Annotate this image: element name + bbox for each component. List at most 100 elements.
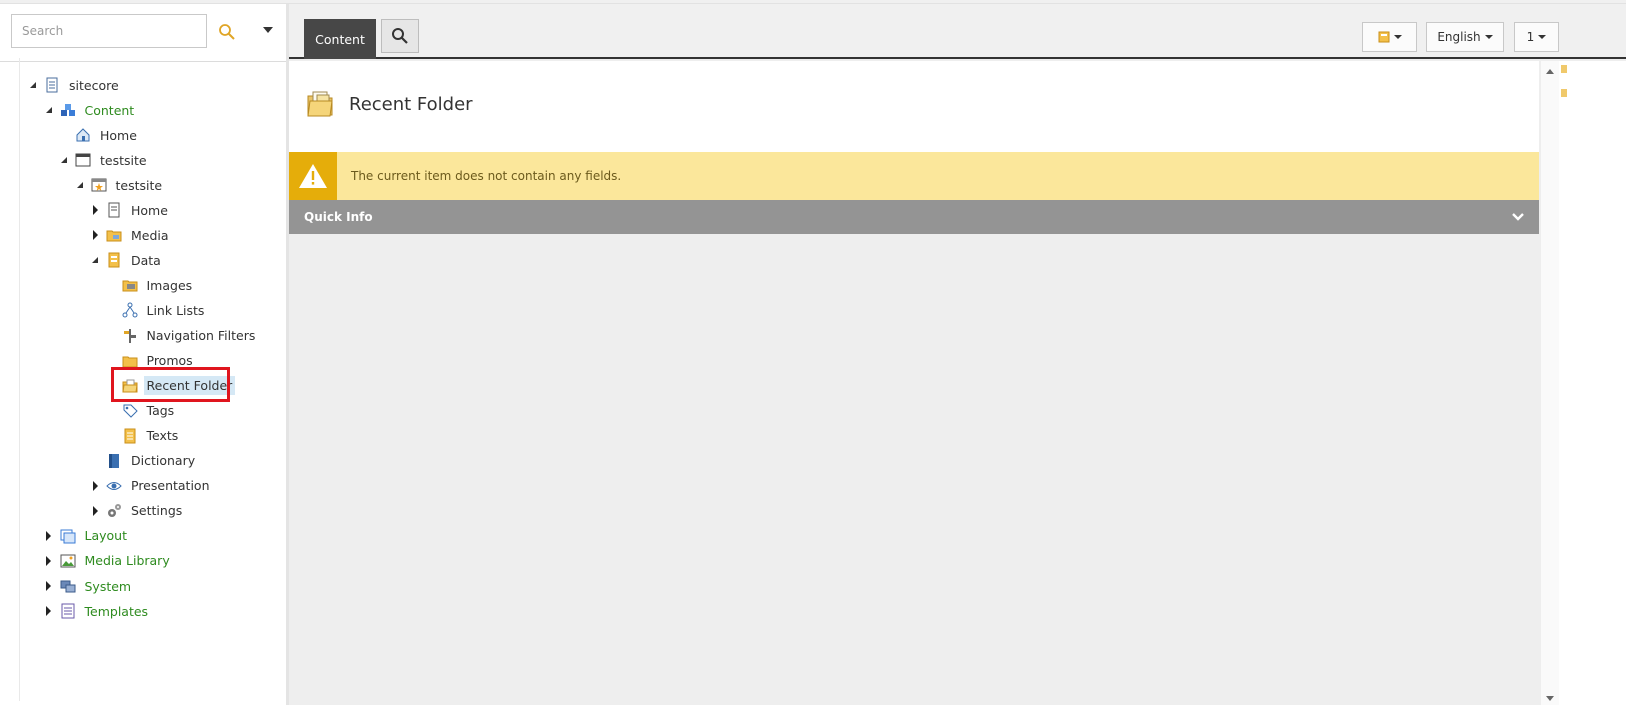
link-lists-icon (122, 302, 138, 318)
collapse-toggle-icon[interactable] (59, 149, 69, 171)
language-selector-button[interactable]: English (1426, 22, 1504, 52)
search-input[interactable] (11, 14, 207, 48)
signpost-icon (122, 328, 138, 344)
tree-node-label[interactable]: Presentation (128, 476, 213, 495)
tree-node-label[interactable]: testsite (97, 151, 150, 170)
tree-node[interactable]: sitecore (28, 74, 122, 96)
tree-node[interactable]: Texts (106, 425, 182, 447)
no-toggle (106, 299, 116, 321)
texts-icon (122, 428, 138, 444)
tree-node[interactable]: testsite (59, 149, 150, 171)
tree-node-label[interactable]: Texts (144, 426, 182, 445)
version-selector-button[interactable]: 1 (1514, 22, 1559, 52)
folder-icon (122, 353, 138, 369)
tree-node[interactable]: Images (106, 274, 196, 296)
tree-node-label[interactable]: Dictionary (128, 451, 198, 470)
tree-node[interactable]: Recent Folder (106, 375, 236, 397)
tree-node[interactable]: Content (44, 99, 138, 121)
tree-node-label[interactable]: System (82, 577, 135, 596)
expand-toggle-icon[interactable] (44, 575, 54, 597)
language-label: English (1437, 30, 1481, 44)
expand-toggle-icon[interactable] (90, 224, 100, 246)
tree-node[interactable]: System (44, 575, 135, 597)
tree-node-label[interactable]: Templates (82, 602, 152, 621)
tree-node-label[interactable]: Media Library (82, 551, 173, 570)
tree-node-label[interactable]: Link Lists (144, 301, 208, 320)
tree-node[interactable]: Navigation Filters (106, 325, 259, 347)
collapse-toggle-icon[interactable] (75, 174, 85, 196)
editor-scrollbar[interactable] (1541, 61, 1559, 705)
content-editor-panel: Content English 1 Recent Folder The curr… (289, 4, 1626, 705)
tree-node[interactable]: testsite (75, 174, 166, 196)
item-header: Recent Folder (289, 61, 1539, 152)
expand-toggle-icon[interactable] (44, 525, 54, 547)
warning-icon (299, 164, 327, 188)
tree-node-label[interactable]: Recent Folder (143, 376, 236, 396)
tab-search[interactable] (381, 19, 419, 53)
tree-node[interactable]: Media (90, 224, 172, 246)
tree-node[interactable]: Promos (106, 350, 196, 372)
validation-gutter (1559, 61, 1626, 705)
no-toggle (106, 325, 116, 347)
expand-toggle-icon[interactable] (44, 550, 54, 572)
chevron-down-icon[interactable] (1511, 210, 1525, 224)
warning-icon-box (289, 152, 337, 200)
database-selector-button[interactable] (1362, 22, 1417, 52)
expand-toggle-icon[interactable] (90, 475, 100, 497)
tree-node-label[interactable]: Navigation Filters (144, 326, 259, 345)
warning-message: The current item does not contain any fi… (351, 169, 622, 183)
tag-icon (122, 403, 138, 419)
tree-node[interactable]: Templates (44, 600, 152, 622)
tree-node-label[interactable]: Content (82, 101, 138, 120)
tree-node-label[interactable]: testsite (113, 176, 166, 195)
system-icon (60, 578, 76, 594)
tree-gutter (19, 58, 20, 701)
scroll-up-icon[interactable] (1546, 69, 1554, 74)
expand-toggle-icon[interactable] (90, 199, 100, 221)
tree-node-label[interactable]: Media (128, 226, 172, 245)
tree-node-label[interactable]: sitecore (66, 76, 122, 95)
gears-icon (106, 503, 122, 519)
page-icon (106, 202, 122, 218)
tree-node[interactable]: Presentation (90, 475, 213, 497)
tree-search-row (0, 4, 287, 62)
templates-icon (60, 603, 76, 619)
tree-node-label[interactable]: Layout (82, 526, 131, 545)
tree-node[interactable]: Link Lists (106, 299, 208, 321)
quick-info-section[interactable]: Quick Info (289, 200, 1539, 234)
expand-toggle-icon[interactable] (90, 500, 100, 522)
tree-node-label[interactable]: Images (144, 276, 196, 295)
tree-node-label[interactable]: Tags (144, 401, 178, 420)
collapse-toggle-icon[interactable] (44, 99, 54, 121)
validation-marker (1561, 89, 1567, 97)
no-toggle (106, 425, 116, 447)
search-options-dropdown-icon[interactable] (263, 27, 273, 33)
tree-node[interactable]: Layout (44, 525, 131, 547)
layout-icon (60, 528, 76, 544)
chevron-down-icon (1538, 35, 1547, 39)
tree-node[interactable]: Home (90, 199, 171, 221)
expand-toggle-icon[interactable] (44, 600, 54, 622)
tree-node[interactable]: Data (90, 249, 164, 271)
collapse-toggle-icon[interactable] (28, 74, 38, 96)
editor-toolbar: Content English 1 (289, 4, 1626, 59)
tab-content[interactable]: Content (304, 19, 376, 59)
dictionary-icon (106, 453, 122, 469)
collapse-toggle-icon[interactable] (90, 249, 100, 271)
window-icon (75, 152, 91, 168)
tree-node-label[interactable]: Promos (144, 351, 196, 370)
tree-node[interactable]: Home (59, 124, 140, 146)
chevron-down-icon (1393, 35, 1402, 39)
tree-node-label[interactable]: Home (128, 201, 171, 220)
search-icon[interactable] (217, 22, 237, 42)
tree-node[interactable]: Dictionary (90, 450, 198, 472)
scroll-down-icon[interactable] (1546, 696, 1554, 701)
tree-node[interactable]: Tags (106, 400, 178, 422)
tree-node-label[interactable]: Data (128, 251, 164, 270)
tree-node[interactable]: Media Library (44, 550, 173, 572)
no-toggle (106, 375, 116, 397)
tree-node-label[interactable]: Settings (128, 501, 185, 520)
eye-icon (106, 478, 122, 494)
tree-node[interactable]: Settings (90, 500, 185, 522)
tree-node-label[interactable]: Home (97, 126, 140, 145)
